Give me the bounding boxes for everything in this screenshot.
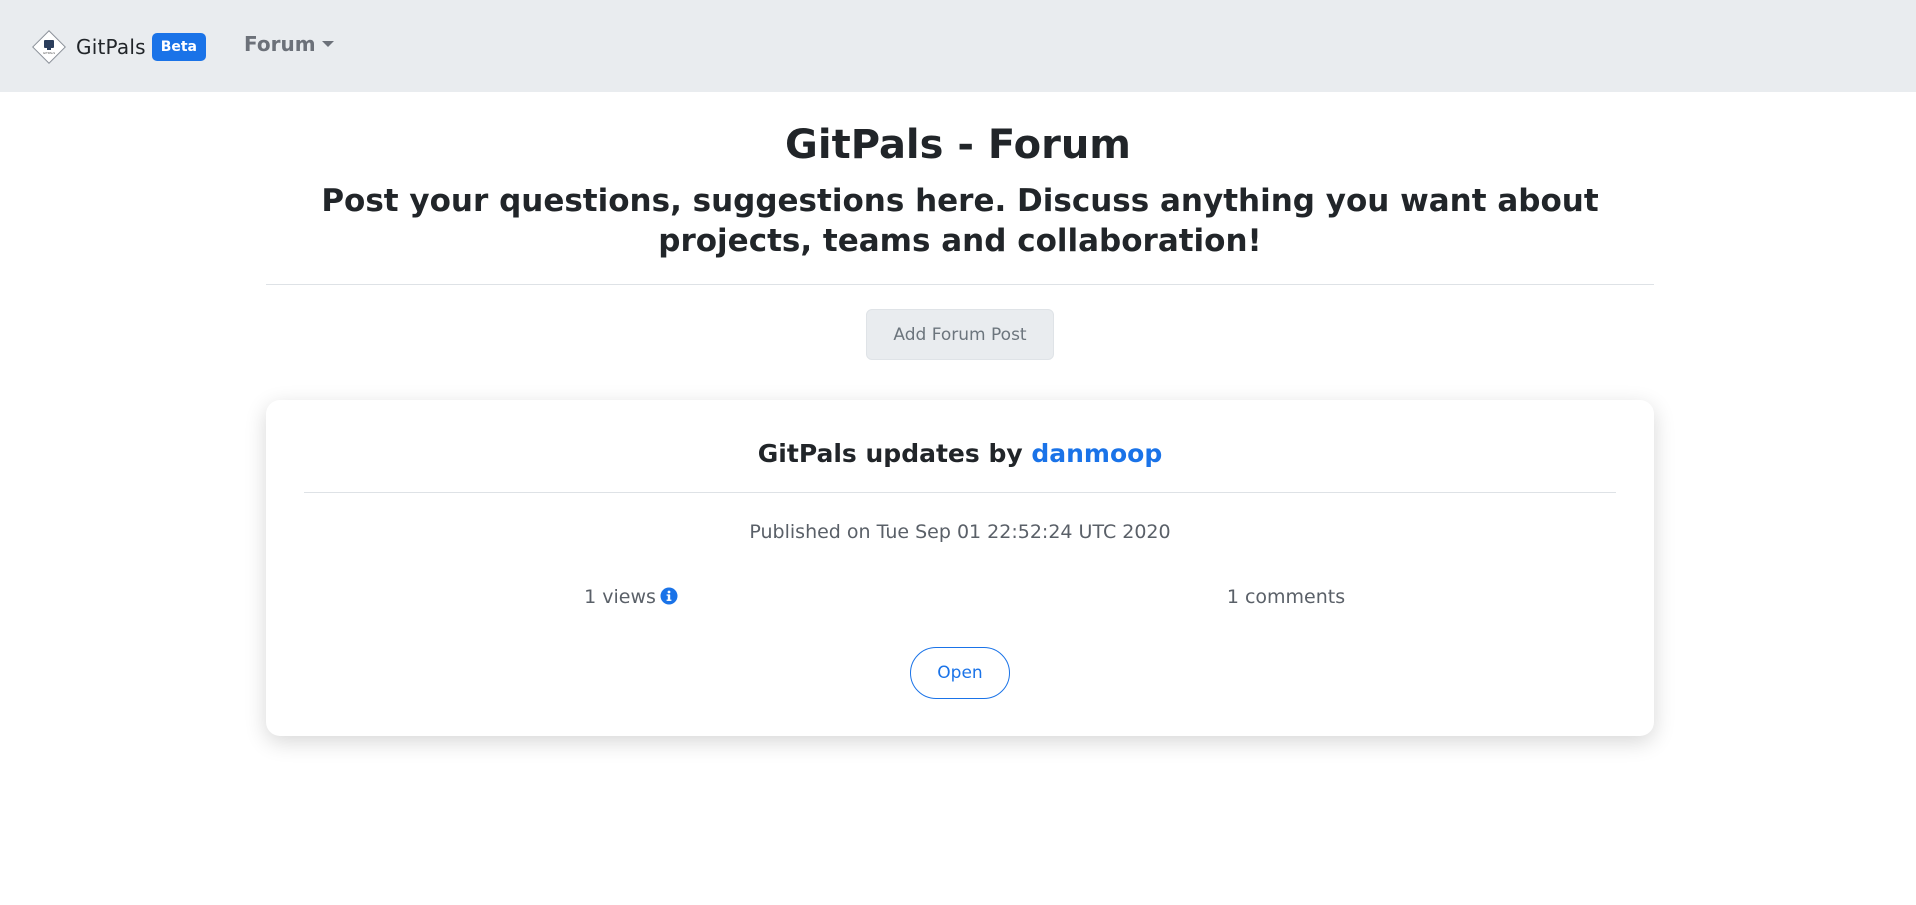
gitpals-logo-icon: GITPALS bbox=[31, 29, 67, 65]
info-circle-icon[interactable] bbox=[660, 585, 678, 613]
page-subtitle: Post your questions, suggestions here. D… bbox=[321, 183, 1599, 259]
logo-text: GITPALS bbox=[42, 51, 56, 55]
add-forum-post-button[interactable]: Add Forum Post bbox=[866, 309, 1054, 360]
page-title: GitPals - Forum bbox=[785, 122, 1131, 168]
post-title: GitPals updates by danmoop bbox=[266, 436, 1654, 472]
card-divider bbox=[304, 492, 1616, 493]
open-post-button[interactable]: Open bbox=[910, 647, 1010, 699]
brand-link[interactable]: GITPALS GitPals Beta bbox=[31, 27, 207, 67]
forum-menu-label: Forum bbox=[244, 32, 316, 56]
post-views: 1 views bbox=[466, 583, 796, 613]
header-divider bbox=[266, 284, 1654, 285]
navbar: GITPALS GitPals Beta Forum bbox=[0, 0, 1916, 92]
forum-post-card: GitPals updates by danmoop Published on … bbox=[266, 400, 1654, 736]
post-published-date: Published on Tue Sep 01 22:52:24 UTC 202… bbox=[749, 521, 1171, 543]
beta-badge: Beta bbox=[151, 33, 207, 61]
chevron-down-icon bbox=[321, 41, 334, 47]
post-views-count: 1 views bbox=[584, 586, 656, 608]
post-author-link[interactable]: danmoop bbox=[1031, 439, 1162, 468]
brand-name: GitPals bbox=[76, 35, 146, 59]
post-title-prefix: GitPals updates by bbox=[757, 439, 1023, 468]
forum-dropdown-toggle[interactable]: Forum bbox=[244, 32, 334, 56]
post-comments: 1 comments bbox=[1226, 586, 1346, 608]
